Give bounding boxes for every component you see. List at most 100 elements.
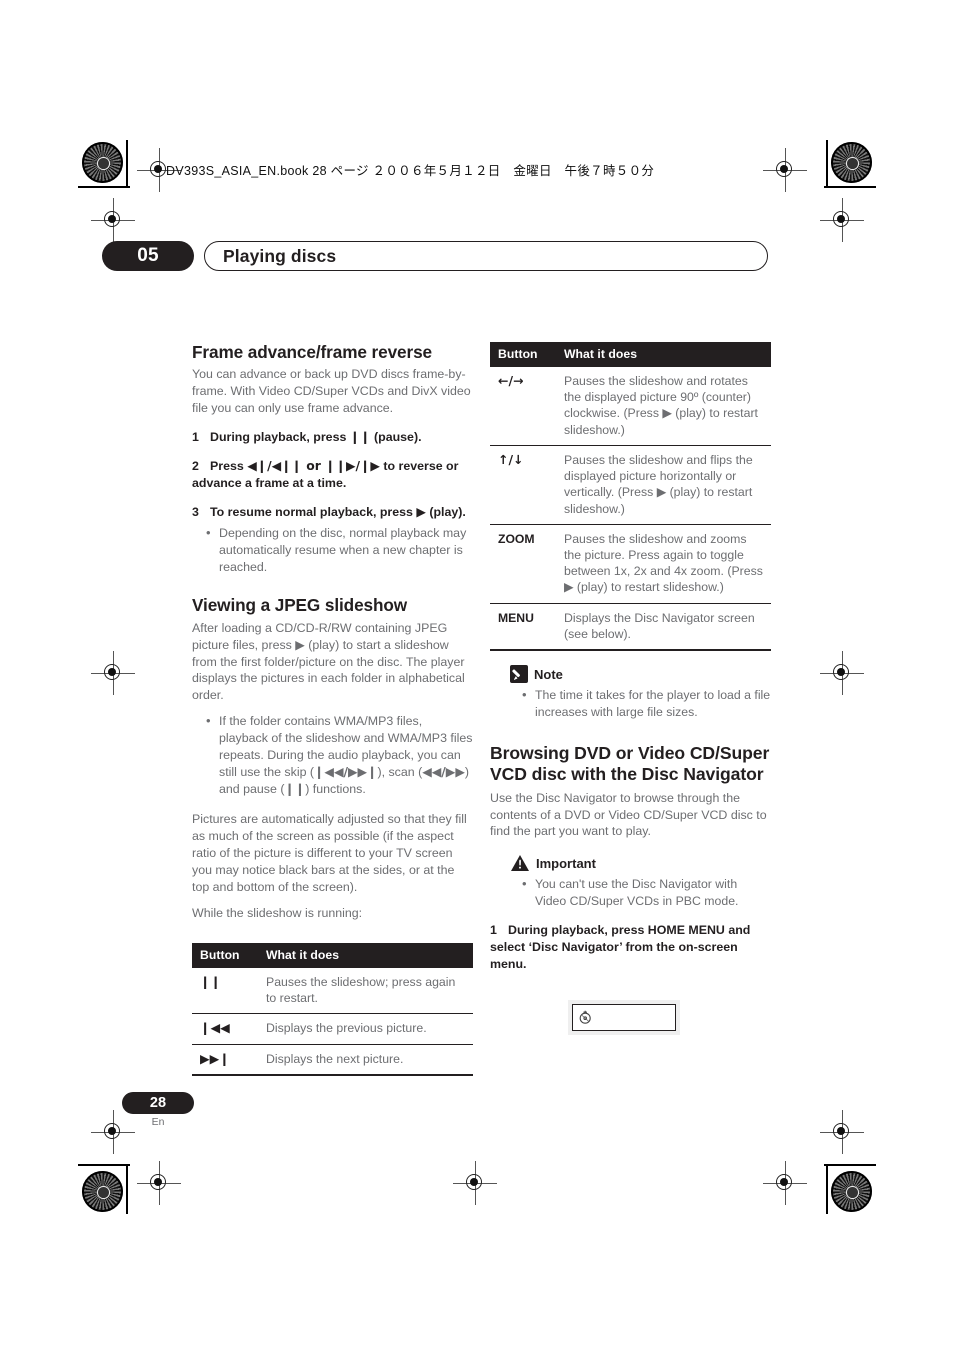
skip-symbols-icon: ❙◀◀/▶▶❙ bbox=[314, 763, 378, 779]
note-pen-icon bbox=[510, 665, 528, 684]
chapter-title-pill: Playing discs bbox=[204, 241, 768, 271]
table-row: ↑/↓ Pauses the slideshow and flips the d… bbox=[490, 445, 771, 525]
right-column: Button What it does ←/→ Pauses the slide… bbox=[490, 342, 771, 984]
crop-mark-bottom-left-horizontal bbox=[78, 1164, 130, 1166]
crop-mark-bottom-left-vertical bbox=[126, 1166, 128, 1214]
play-symbol-icon: ▶ bbox=[416, 504, 426, 520]
table-row: ▶▶❙ Displays the next picture. bbox=[192, 1044, 473, 1077]
step-text-before: To resume normal playback, press bbox=[210, 505, 417, 520]
important-callout-header: Important bbox=[510, 854, 771, 872]
table-row: ←/→ Pauses the slideshow and rotates the… bbox=[490, 367, 771, 446]
note-label: Note bbox=[534, 666, 563, 682]
osd-screenshot-box bbox=[572, 1004, 676, 1031]
disc-icon bbox=[578, 1010, 593, 1025]
description-cell: Pauses the slideshow; press again to res… bbox=[258, 967, 473, 1015]
play-symbol-icon: ▶ bbox=[295, 636, 305, 652]
slideshow-running-lead: While the slideshow is running: bbox=[192, 905, 363, 920]
crop-mark-top-right-vertical bbox=[826, 140, 828, 188]
column-header-what-it-does: What it does bbox=[258, 942, 473, 968]
imposition-slug-line: DV393S_ASIA_EN.book 28 ページ ２００６年５月１２日 金曜… bbox=[166, 164, 655, 178]
registration-rosette-bottom-right bbox=[831, 1171, 872, 1212]
frame-step-symbols-icon: ◀❙/◀❙❙ or ❙❙▶/❙▶ bbox=[247, 457, 380, 473]
registration-target-right-lower bbox=[820, 1110, 864, 1154]
step-number: 3 bbox=[192, 505, 199, 520]
pause-symbol-icon: ❙❙ bbox=[284, 780, 306, 796]
note-bullets: The time it takes for the player to load… bbox=[510, 686, 771, 720]
step-1-disc-navigator: 1 During playback, press HOME MENU and se… bbox=[490, 922, 771, 973]
registration-target-left-upper bbox=[91, 198, 135, 242]
description-cell: Displays the next picture. bbox=[258, 1044, 473, 1077]
footer-page-indicator: 28 En bbox=[122, 1092, 194, 1128]
step-3-frame-advance: 3 To resume normal playback, press ▶ (pla… bbox=[192, 503, 473, 521]
step-text-after: (play). bbox=[425, 505, 466, 520]
crop-mark-top-left-horizontal bbox=[78, 186, 130, 188]
step-2-frame-advance: 2 Press ◀❙/◀❙❙ or ❙❙▶/❙▶ to reverse or ad… bbox=[192, 457, 473, 492]
button-cell-pause-icon: ❙❙ bbox=[192, 967, 258, 1015]
pause-symbol-icon: ❙❙ bbox=[349, 428, 371, 444]
bullet-part-b: ), scan ( bbox=[377, 764, 423, 779]
heading-disc-navigator: Browsing DVD or Video CD/Super VCD disc … bbox=[490, 742, 770, 784]
registration-target-top-right bbox=[763, 148, 807, 192]
table-row: ZOOM Pauses the slideshow and zooms the … bbox=[490, 524, 771, 604]
frame-advance-intro: You can advance or back up DVD discs fra… bbox=[192, 367, 471, 415]
step-1-frame-advance: 1 During playback, press ❙❙ (pause). bbox=[192, 428, 473, 446]
slideshow-button-table-left: Button What it does ❙❙ Pauses the slides… bbox=[192, 942, 473, 1077]
table-row: ❙❙ Pauses the slideshow; press again to … bbox=[192, 967, 473, 1015]
important-label: Important bbox=[536, 855, 596, 871]
slideshow-button-table-right: Button What it does ←/→ Pauses the slide… bbox=[490, 342, 771, 652]
jpeg-slideshow-notes-list: If the folder contains WMA/MP3 files, pl… bbox=[192, 712, 473, 797]
step-text-before: During playback, press bbox=[210, 429, 350, 444]
list-item: Depending on the disc, normal playback m… bbox=[206, 524, 473, 576]
button-cell-menu: MENU bbox=[490, 603, 556, 652]
step-number: 2 bbox=[192, 458, 199, 473]
button-cell-zoom: ZOOM bbox=[490, 524, 556, 604]
button-cell-left-right-arrows-icon: ←/→ bbox=[490, 367, 556, 446]
description-cell: Displays the Disc Navigator screen (see … bbox=[556, 603, 771, 652]
heading-jpeg-slideshow: Viewing a JPEG slideshow bbox=[192, 594, 408, 615]
crop-mark-top-right-horizontal bbox=[824, 186, 876, 188]
button-cell-up-down-arrows-icon: ↑/↓ bbox=[490, 445, 556, 525]
step-text-after: (pause). bbox=[370, 429, 422, 444]
registration-target-bottom-center bbox=[453, 1161, 497, 1205]
table-header-row: Button What it does bbox=[192, 942, 473, 968]
warning-triangle-icon bbox=[510, 854, 530, 872]
disc-navigator-intro: Use the Disc Navigator to browse through… bbox=[490, 790, 767, 839]
column-header-button: Button bbox=[490, 342, 556, 367]
crop-mark-top-left-vertical bbox=[126, 140, 128, 188]
step-text: During playback, press HOME MENU and sel… bbox=[490, 922, 751, 971]
list-item: You can't use the Disc Navigator with Vi… bbox=[522, 875, 771, 909]
note-callout-header: Note bbox=[510, 665, 771, 684]
table-header-row: Button What it does bbox=[490, 342, 771, 367]
button-cell-previous-icon: ❙◀◀ bbox=[192, 1013, 258, 1045]
registration-target-bottom-left bbox=[137, 1161, 181, 1205]
jpeg-slideshow-intro: After loading a CD/CD-R/RW containing JP… bbox=[192, 620, 473, 704]
table-row: MENU Displays the Disc Navigator screen … bbox=[490, 603, 771, 652]
crop-mark-bottom-right-horizontal bbox=[824, 1164, 876, 1166]
description-cell: Pauses the slideshow and flips the displ… bbox=[556, 445, 771, 525]
registration-rosette-top-right bbox=[831, 142, 872, 183]
crop-mark-bottom-right-vertical bbox=[826, 1166, 828, 1214]
registration-rosette-bottom-left bbox=[82, 1171, 123, 1212]
heading-frame-advance: Frame advance/frame reverse bbox=[192, 342, 432, 362]
button-cell-next-icon: ▶▶❙ bbox=[192, 1044, 258, 1077]
registration-target-bottom-right bbox=[763, 1161, 807, 1205]
note-callout: Note The time it takes for the player to… bbox=[490, 665, 771, 720]
scan-symbols-icon: ◀◀/▶▶ bbox=[422, 763, 465, 779]
column-header-button: Button bbox=[192, 942, 258, 968]
registration-target-right-upper bbox=[820, 198, 864, 242]
registration-target-left-middle bbox=[91, 651, 135, 695]
important-bullets: You can't use the Disc Navigator with Vi… bbox=[510, 875, 771, 909]
table-row: ❙◀◀ Displays the previous picture. bbox=[192, 1013, 473, 1045]
frame-advance-notes-list: Depending on the disc, normal playback m… bbox=[192, 524, 473, 576]
list-item: The time it takes for the player to load… bbox=[522, 686, 771, 720]
jpeg-aspect-paragraph: Pictures are automatically adjusted so t… bbox=[192, 812, 467, 894]
page-language-code: En bbox=[151, 1116, 165, 1128]
description-cell: Pauses the slideshow and zooms the pictu… bbox=[556, 524, 771, 604]
osd-screenshot-backdrop bbox=[568, 1000, 680, 1035]
bullet-part-d: ) functions. bbox=[305, 781, 366, 796]
chapter-header: 05 Playing discs bbox=[102, 241, 768, 271]
chapter-number: 05 bbox=[102, 241, 194, 271]
step-text-before: Press bbox=[210, 458, 248, 473]
page-title: Playing discs bbox=[223, 245, 337, 266]
registration-target-right-middle bbox=[820, 651, 864, 695]
